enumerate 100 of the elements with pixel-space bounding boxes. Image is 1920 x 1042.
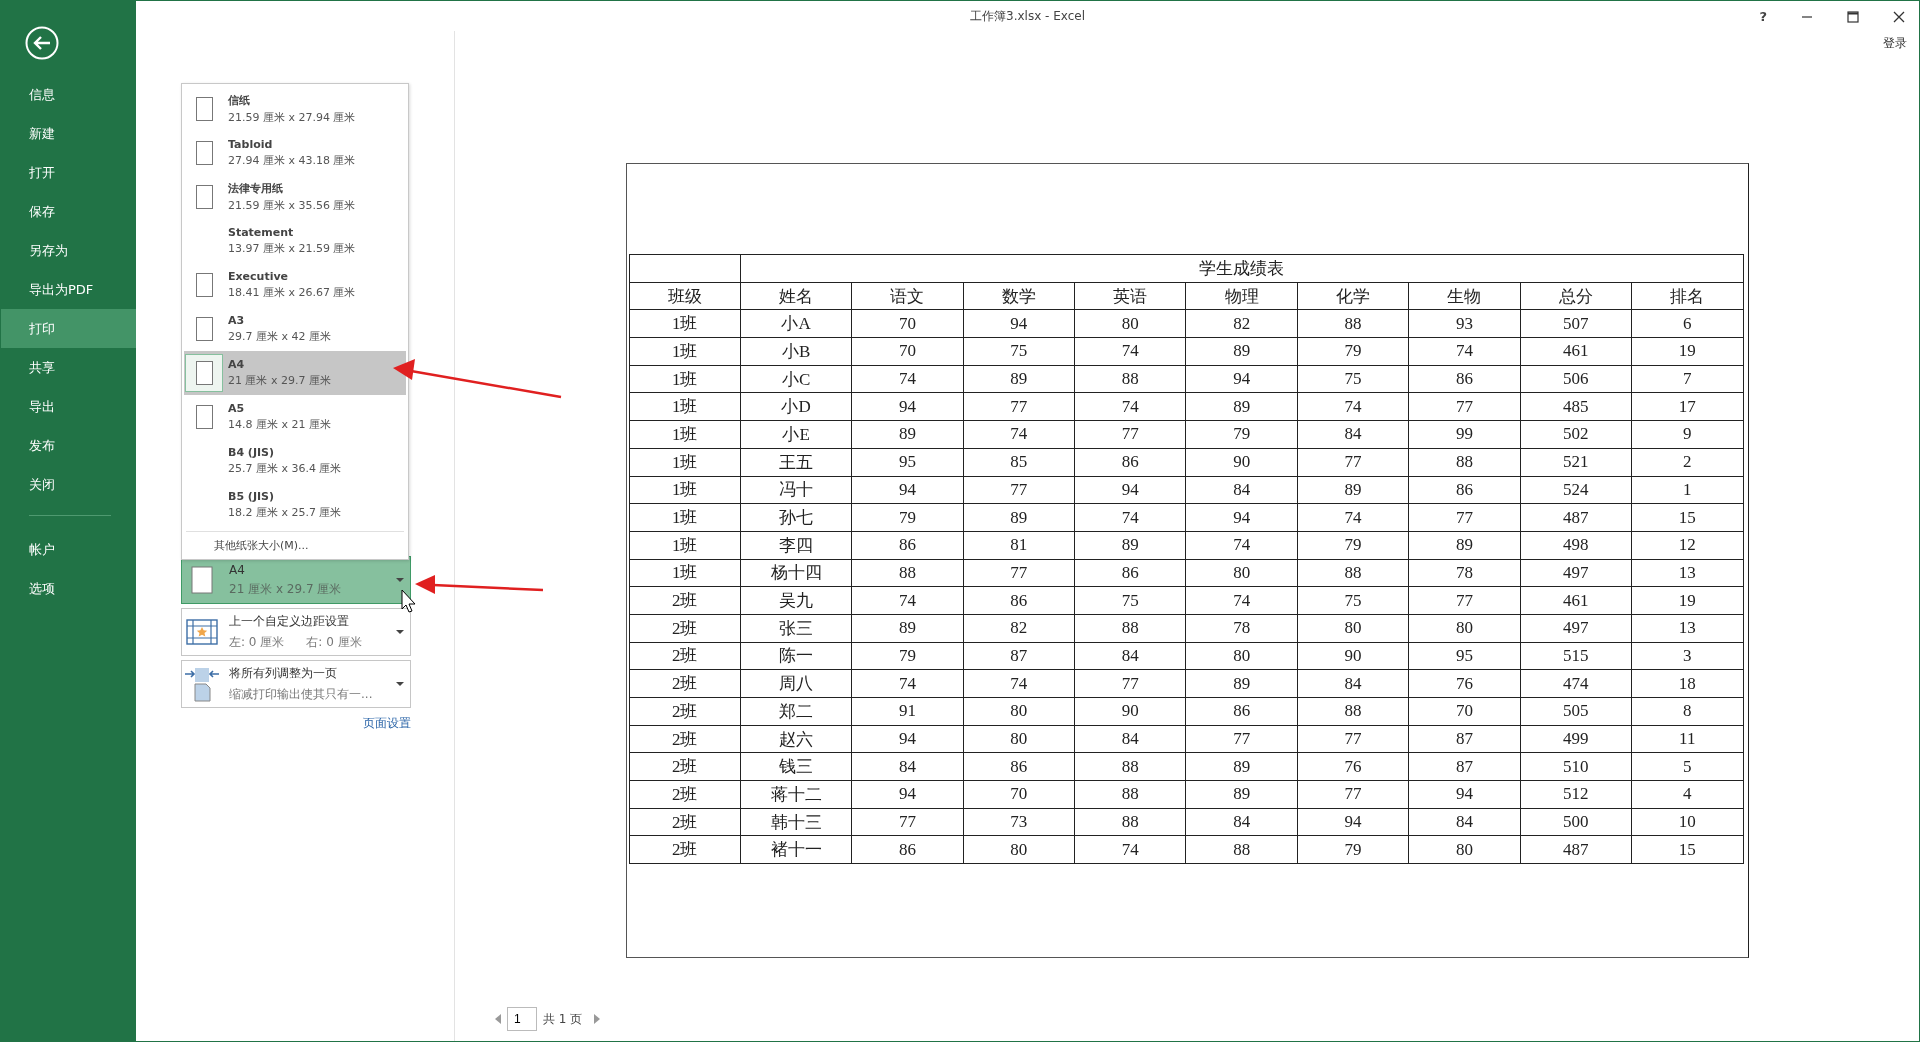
help-button[interactable]: ? <box>1759 9 1767 24</box>
table-cell: 小E <box>740 420 852 449</box>
sidebar-item[interactable]: 新建 <box>1 114 136 153</box>
table-cell: 99 <box>1408 420 1521 449</box>
setting-dropdown[interactable]: 将所有列调整为一页 缩减打印输出使其只有一... <box>181 660 411 708</box>
table-cell: 1班 <box>629 365 741 393</box>
caret-icon <box>396 682 404 686</box>
table-cell: 89 <box>1297 476 1409 504</box>
table-cell: 79 <box>1297 835 1409 864</box>
table-cell: 74 <box>1074 503 1186 532</box>
table-cell: 2班 <box>629 725 741 753</box>
close-icon[interactable] <box>1893 10 1905 23</box>
table-cell: 陈一 <box>740 642 852 670</box>
table-cell: 89 <box>1408 531 1521 560</box>
paper-size-option[interactable]: A3 29.7 厘米 x 42 厘米 <box>184 307 406 351</box>
table-cell: 80 <box>1185 559 1298 587</box>
paper-size-option[interactable]: Executive 18.41 厘米 x 26.67 厘米 <box>184 263 406 307</box>
setting-dropdown[interactable]: A4 21 厘米 x 29.7 厘米 <box>181 556 411 604</box>
table-cell: 87 <box>1408 725 1521 753</box>
column-header: 总分 <box>1520 282 1632 310</box>
sidebar-item[interactable]: 打开 <box>1 153 136 192</box>
table-cell: 15 <box>1631 835 1743 864</box>
table-cell: 74 <box>1074 392 1186 421</box>
paper-size-option[interactable]: B5 (JIS) 18.2 厘米 x 25.7 厘米 <box>184 483 406 527</box>
table-cell: 84 <box>1185 476 1298 504</box>
table-cell: 75 <box>963 337 1075 366</box>
setting-detail: 缩减打印输出使其只有一... <box>229 686 373 703</box>
table-cell: 1班 <box>629 559 741 587</box>
table-cell: 6 <box>1631 309 1743 338</box>
sign-in-link[interactable]: 登录 <box>1883 35 1907 52</box>
table-cell: 5 <box>1631 752 1743 781</box>
table-cell: 77 <box>1408 586 1521 615</box>
paper-size-option[interactable]: 信纸 21.59 厘米 x 27.94 厘米 <box>184 87 406 131</box>
column-header: 班级 <box>629 282 741 310</box>
sidebar-item[interactable]: 共享 <box>1 348 136 387</box>
sidebar-item[interactable]: 导出 <box>1 387 136 426</box>
table-cell: 李四 <box>740 531 852 560</box>
table-cell: 2班 <box>629 669 741 698</box>
paper-size-option[interactable]: A4 21 厘米 x 29.7 厘米 <box>184 351 406 395</box>
back-icon[interactable] <box>25 26 59 60</box>
paper-size-option[interactable]: Statement 13.97 厘米 x 21.59 厘米 <box>184 219 406 263</box>
table-cell: 小A <box>740 309 852 338</box>
table-cell: 77 <box>963 392 1075 421</box>
table-cell: 86 <box>963 586 1075 615</box>
sidebar-item[interactable]: 保存 <box>1 192 136 231</box>
table-cell: 497 <box>1520 559 1632 587</box>
sidebar-item[interactable]: 另存为 <box>1 231 136 270</box>
table-cell: 2班 <box>629 614 741 643</box>
table-cell: 冯十 <box>740 476 852 504</box>
table-cell: 8 <box>1631 697 1743 726</box>
table-cell: 84 <box>1297 669 1409 698</box>
sidebar-item[interactable]: 打印 <box>1 309 136 348</box>
sidebar-item[interactable]: 信息 <box>1 75 136 114</box>
table-cell: 89 <box>1185 392 1298 421</box>
setting-dropdown[interactable]: 上一个自定义边距设置 左: 0 厘米 右: 0 厘米 <box>181 608 411 656</box>
table-cell: 94 <box>1074 476 1186 504</box>
next-page-icon[interactable] <box>594 1014 601 1024</box>
setting-detail: 右: 0 厘米 <box>306 634 362 651</box>
table-cell: 韩十三 <box>740 808 852 836</box>
table-cell: 89 <box>851 420 964 449</box>
paper-size-option[interactable]: 法律专用纸 21.59 厘米 x 35.56 厘米 <box>184 175 406 219</box>
table-cell: 3 <box>1631 642 1743 670</box>
table-cell: 89 <box>1185 669 1298 698</box>
sidebar-item[interactable]: 关闭 <box>1 465 136 504</box>
sidebar-item[interactable]: 发布 <box>1 426 136 465</box>
table-cell: 88 <box>1074 365 1186 393</box>
table-cell: 88 <box>1408 448 1521 476</box>
paper-size-option[interactable]: B4 (JIS) 25.7 厘米 x 36.4 厘米 <box>184 439 406 483</box>
page-setup-link[interactable]: 页面设置 <box>363 715 411 732</box>
table-cell: 75 <box>1297 586 1409 615</box>
sidebar-item[interactable]: 帐户 <box>1 530 136 569</box>
sidebar-item[interactable]: 导出为PDF <box>1 270 136 309</box>
sidebar-item[interactable]: 选项 <box>1 569 136 608</box>
column-header: 物理 <box>1185 282 1298 310</box>
table-cell: 89 <box>1074 531 1186 560</box>
table-cell: 77 <box>1074 420 1186 449</box>
table-cell: 84 <box>1074 725 1186 753</box>
table-cell: 86 <box>1074 448 1186 476</box>
table-cell: 76 <box>1408 669 1521 698</box>
table-cell: 88 <box>1297 559 1409 587</box>
table-cell: 74 <box>851 365 964 393</box>
table-cell: 88 <box>851 559 964 587</box>
paper-size-option[interactable]: A5 14.8 厘米 x 21 厘米 <box>184 395 406 439</box>
table-cell: 1 <box>1631 476 1743 504</box>
table-cell: 94 <box>1297 808 1409 836</box>
table-cell: 88 <box>1074 808 1186 836</box>
caret-icon <box>396 630 404 634</box>
maximize-icon[interactable] <box>1847 10 1859 23</box>
paper-size-option[interactable]: Tabloid 27.94 厘米 x 43.18 厘米 <box>184 131 406 175</box>
table-cell: 79 <box>1185 420 1298 449</box>
table-cell: 85 <box>963 448 1075 476</box>
more-sizes-item[interactable]: 其他纸张大小(M)... <box>182 532 408 553</box>
table-cell: 13 <box>1631 559 1743 587</box>
table-cell: 521 <box>1520 448 1632 476</box>
table-cell: 2班 <box>629 780 741 809</box>
table-cell: 82 <box>1185 309 1298 338</box>
table-cell: 7 <box>1631 365 1743 393</box>
previous-page-icon[interactable] <box>495 1014 501 1024</box>
page-number-field[interactable]: 1 <box>507 1007 537 1031</box>
table-cell: 74 <box>1185 586 1298 615</box>
